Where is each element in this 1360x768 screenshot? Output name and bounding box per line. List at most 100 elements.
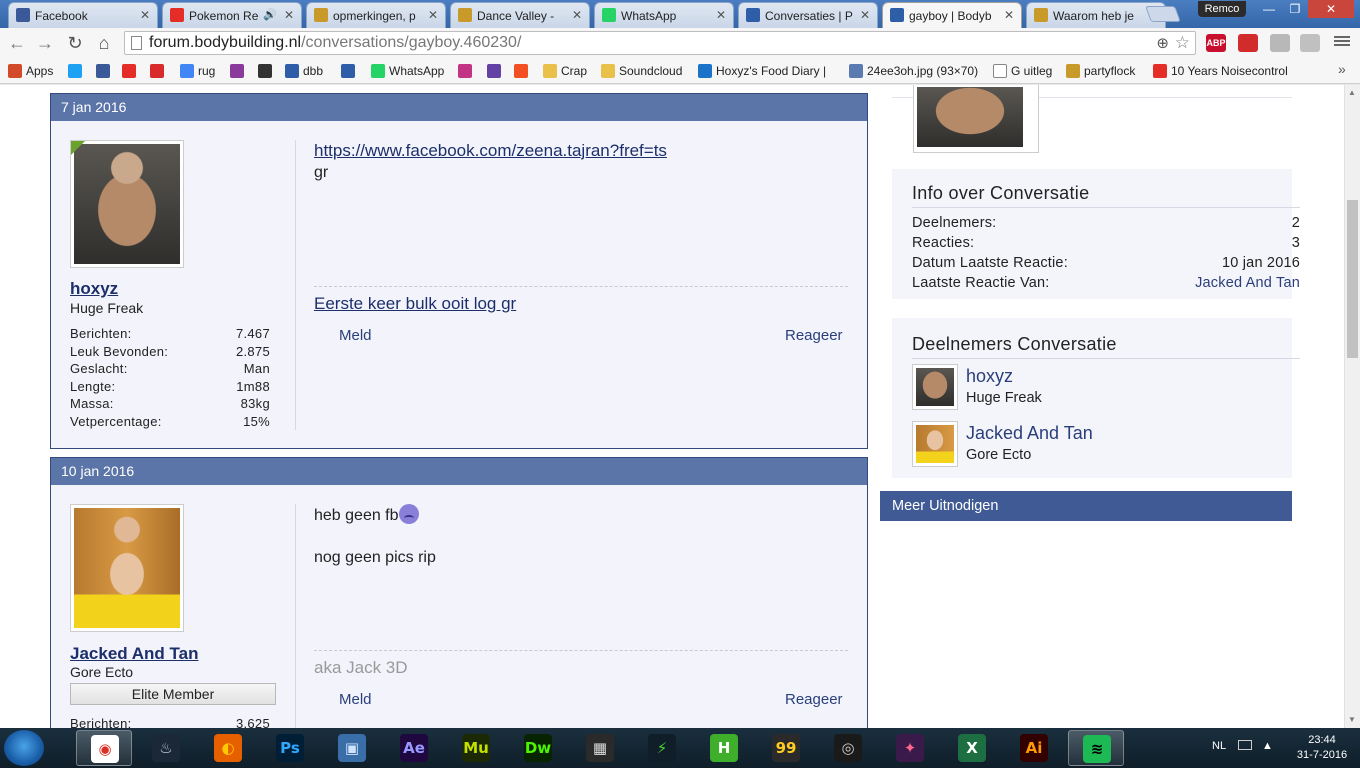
reply-link[interactable]: Reageer — [785, 327, 843, 344]
bookmark-item[interactable] — [122, 63, 140, 79]
network-icon[interactable] — [1238, 740, 1252, 750]
browser-tab[interactable]: Facebook ✕ — [8, 2, 158, 28]
post-username[interactable]: hoxyz — [70, 279, 118, 299]
bookmark-item[interactable] — [68, 63, 86, 79]
browser-tab[interactable]: opmerkingen, p ✕ — [306, 2, 446, 28]
bookmark-item[interactable] — [458, 63, 476, 79]
bookmark-item[interactable]: dbb — [285, 63, 323, 79]
bookmark-item[interactable]: Crap — [543, 63, 587, 79]
extension-icon[interactable] — [1238, 34, 1258, 52]
bookmark-item[interactable]: Hoxyz's Food Diary | — [698, 63, 826, 79]
tab-audio-icon[interactable]: 🔊 — [263, 8, 277, 21]
scrollbar-thumb[interactable] — [1347, 200, 1358, 358]
message-link[interactable]: https://www.facebook.com/zeena.tajran?fr… — [314, 141, 667, 160]
browser-tab[interactable]: Conversaties | P ✕ — [738, 2, 878, 28]
bookmark-item[interactable]: G uitleg — [993, 63, 1052, 79]
back-button[interactable]: ← — [6, 32, 28, 54]
chrome-menu-button[interactable] — [1334, 34, 1350, 50]
browser-tab[interactable]: gayboy | Bodyb ✕ — [882, 2, 1022, 28]
bookmark-item[interactable]: Soundcloud — [601, 63, 682, 79]
bookmark-item[interactable] — [341, 63, 359, 79]
bookmark-item[interactable] — [258, 63, 276, 79]
reply-link[interactable]: Reageer — [785, 691, 843, 708]
taskbar-app-hotspot[interactable]: H — [696, 730, 752, 766]
page-icon — [131, 36, 142, 50]
maximize-button[interactable]: ❐ — [1282, 0, 1308, 18]
avatar[interactable] — [70, 504, 184, 632]
taskbar-app-razer[interactable]: ⚡ — [634, 730, 690, 766]
extension-icon[interactable] — [1300, 34, 1320, 52]
bookmark-item[interactable] — [514, 63, 532, 79]
taskbar-app-spotify[interactable]: ≋ — [1068, 730, 1124, 766]
report-link[interactable]: Meld — [339, 327, 372, 344]
forward-button[interactable]: → — [34, 32, 56, 54]
bookmark-item[interactable]: Apps — [8, 63, 53, 79]
tab-close-icon[interactable]: ✕ — [428, 8, 438, 22]
scroll-down-arrow-icon[interactable]: ▼ — [1348, 715, 1356, 724]
bookmark-item[interactable] — [96, 63, 114, 79]
new-tab-button[interactable] — [1145, 6, 1181, 22]
taskbar-app-after-effects[interactable]: Ae — [386, 730, 442, 766]
bookmark-item[interactable]: rug — [180, 63, 215, 79]
reload-button[interactable]: ↻ — [64, 32, 86, 54]
tab-close-icon[interactable]: ✕ — [716, 8, 726, 22]
bookmark-item[interactable]: 24ee3oh.jpg (93×70) — [849, 63, 978, 79]
post-username[interactable]: Jacked And Tan — [70, 644, 198, 664]
tab-close-icon[interactable]: ✕ — [284, 8, 294, 22]
taskbar-app-game[interactable]: ✦ — [882, 730, 938, 766]
report-link[interactable]: Meld — [339, 691, 372, 708]
avatar[interactable] — [70, 140, 184, 268]
browser-tab[interactable]: Pokemon Re ✕ 🔊 — [162, 2, 302, 28]
tab-favicon-icon — [16, 8, 30, 22]
tray-expand-icon[interactable]: ▲ — [1262, 740, 1273, 768]
invite-more-button[interactable]: Meer Uitnodigen — [880, 491, 1292, 521]
bookmark-item[interactable]: partyflock — [1066, 63, 1135, 79]
bookmarks-overflow-button[interactable]: » — [1338, 61, 1346, 77]
bookmark-item[interactable] — [487, 63, 505, 79]
browser-tab[interactable]: Dance Valley - ✕ — [450, 2, 590, 28]
taskbar-app-photoshop[interactable]: Ps — [262, 730, 318, 766]
info-label: Datum Laatste Reactie: — [912, 255, 1068, 271]
browser-tab[interactable]: WhatsApp ✕ — [594, 2, 734, 28]
extension-icon[interactable] — [1270, 34, 1290, 52]
bookmark-item[interactable] — [150, 63, 168, 79]
participant-name[interactable]: hoxyz — [966, 366, 1013, 387]
zoom-icon[interactable]: ⊕ — [1156, 33, 1169, 55]
taskbar-app-dreamweaver[interactable]: Dw — [510, 730, 566, 766]
bookmark-item[interactable]: 10 Years Noisecontrol — [1153, 63, 1288, 79]
tab-close-icon[interactable]: ✕ — [860, 8, 870, 22]
last-reply-user-link[interactable]: Jacked And Tan — [1195, 275, 1300, 291]
start-button[interactable] — [4, 730, 44, 766]
taskbar-app-chrome[interactable]: ◉ — [76, 730, 132, 766]
sidebar-avatar[interactable] — [913, 85, 1039, 153]
system-clock[interactable]: 23:44 31-7-2016 — [1292, 733, 1352, 763]
taskbar-app-firefox[interactable]: ◐ — [200, 730, 256, 766]
taskbar-app-illustrator[interactable]: Ai — [1006, 730, 1062, 766]
page-scrollbar[interactable]: ▲ ▼ — [1344, 85, 1360, 728]
signature-link[interactable]: Eerste keer bulk ooit log gr — [314, 294, 516, 314]
bookmark-item[interactable]: WhatsApp — [371, 63, 444, 79]
taskbar-app-movie-maker[interactable]: ▦ — [572, 730, 628, 766]
taskbar-app-excel[interactable]: X — [944, 730, 1000, 766]
taskbar-app-ccleaner[interactable]: ◎ — [820, 730, 876, 766]
bookmark-item[interactable] — [230, 63, 248, 79]
address-bar[interactable]: forum.bodybuilding.nl/conversations/gayb… — [124, 31, 1196, 55]
bookmark-star-icon[interactable]: ☆ — [1175, 32, 1190, 54]
minimize-button[interactable]: — — [1256, 0, 1282, 18]
taskbar-app-muse[interactable]: Mu — [448, 730, 504, 766]
tab-close-icon[interactable]: ✕ — [572, 8, 582, 22]
bookmark-label: dbb — [303, 64, 324, 78]
taskbar-app-osu[interactable]: 99 — [758, 730, 814, 766]
stat-value: 15% — [243, 413, 270, 429]
profile-button[interactable]: Remco — [1198, 1, 1246, 17]
language-indicator[interactable]: NL — [1212, 740, 1226, 768]
extension-icon[interactable]: ABP — [1206, 34, 1226, 52]
tab-close-icon[interactable]: ✕ — [1004, 8, 1014, 22]
participant-name[interactable]: Jacked And Tan — [966, 423, 1093, 444]
home-button[interactable]: ⌂ — [93, 32, 115, 54]
tab-close-icon[interactable]: ✕ — [140, 8, 150, 22]
scroll-up-arrow-icon[interactable]: ▲ — [1348, 88, 1356, 97]
window-close-button[interactable]: ✕ — [1308, 0, 1354, 18]
taskbar-app-steam[interactable]: ♨ — [138, 730, 194, 766]
taskbar-app-computer[interactable]: ▣ — [324, 730, 380, 766]
